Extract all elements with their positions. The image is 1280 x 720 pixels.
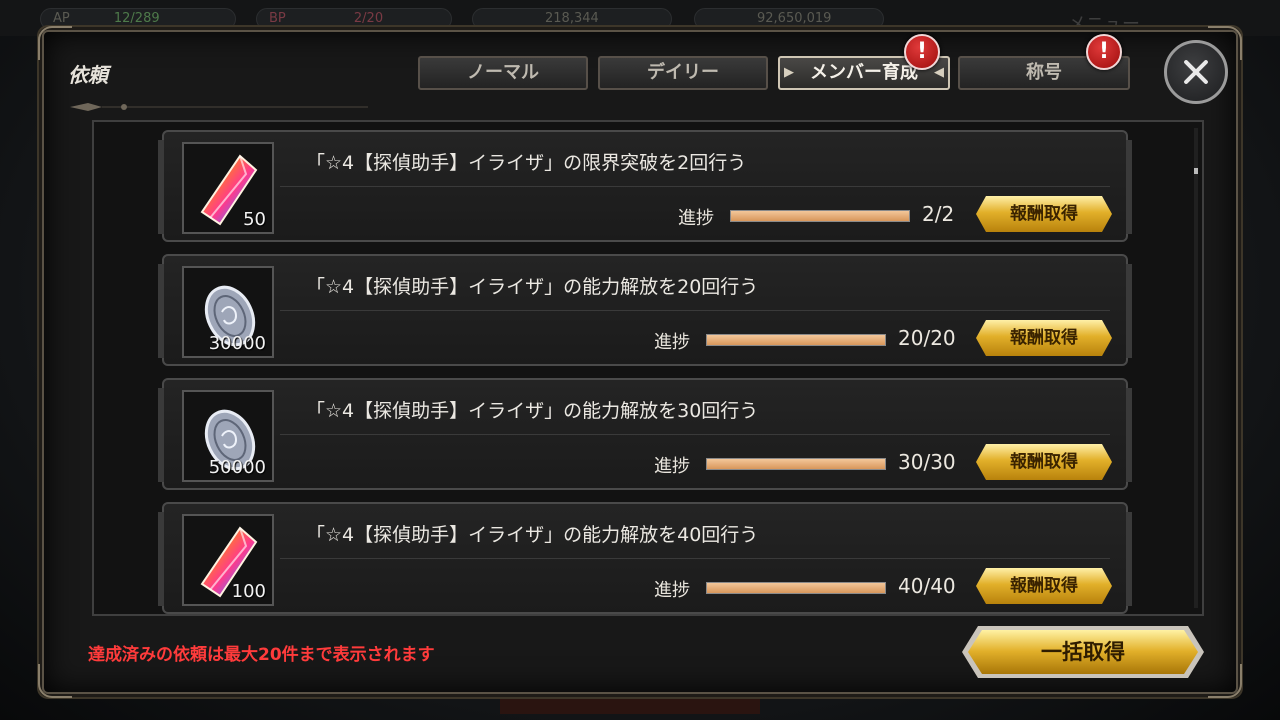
divider [280, 558, 1110, 559]
bp-label: BP [269, 11, 286, 26]
alert-icon: ! [1086, 34, 1122, 70]
scrollbar-track[interactable] [1194, 128, 1198, 608]
progress-fill [731, 211, 909, 221]
progress-label: 進捗 [678, 208, 714, 229]
ap-value: 12/289 [113, 11, 160, 26]
progress-bar [706, 334, 886, 346]
tab-title-label: 称号 [1026, 62, 1062, 83]
request-text: 「☆4【探偵助手】イライザ」の限界突破を2回行う [306, 152, 747, 174]
item-chip: 218,344 [472, 8, 672, 30]
progress-bar [730, 210, 910, 222]
panel-title: 依頼 [68, 63, 108, 87]
progress-value: 20/20 [898, 326, 956, 350]
bp-chip: BP 2/20 [256, 8, 452, 30]
close-button[interactable] [1164, 40, 1228, 104]
request-card: 30000 「☆4【探偵助手】イライザ」の能力解放を20回行う 進捗 20/20… [158, 254, 1132, 366]
claim-reward-button[interactable]: 報酬取得 [976, 568, 1112, 604]
tab-daily-label: デイリー [647, 62, 719, 83]
progress-fill [707, 335, 885, 345]
progress-value: 40/40 [898, 574, 956, 598]
request-text: 「☆4【探偵助手】イライザ」の能力解放を40回行う [306, 524, 759, 546]
scrollbar-thumb[interactable] [1194, 168, 1198, 174]
reward-box: 50 [182, 142, 274, 234]
request-text: 「☆4【探偵助手】イライザ」の能力解放を30回行う [306, 400, 759, 422]
divider [280, 186, 1110, 187]
reward-quantity: 100 [231, 581, 266, 602]
request-panel: 依頼 ノーマル デイリー ▶ メンバー育成 ◀ 称号 ! ! 50 「☆4【探偵… [38, 26, 1242, 698]
footer-note: 達成済みの依頼は最大20件まで表示されます [88, 645, 435, 665]
claim-reward-button[interactable]: 報酬取得 [976, 444, 1112, 480]
reward-quantity: 50000 [208, 457, 266, 478]
request-card: 50 「☆4【探偵助手】イライザ」の限界突破を2回行う 進捗 2/2 報酬取得 [158, 130, 1132, 242]
divider [280, 310, 1110, 311]
ornament-corner [1208, 664, 1242, 698]
reward-box: 100 [182, 514, 274, 606]
ornament-corner [38, 664, 72, 698]
menu-label: メニュー [1056, 8, 1176, 30]
tab-normal[interactable]: ノーマル [418, 56, 588, 90]
progress-label: 進捗 [654, 332, 690, 353]
menu-label-text: メニュー [1068, 14, 1140, 30]
progress-label: 進捗 [654, 456, 690, 477]
reward-quantity: 50 [243, 209, 266, 230]
progress-bar [706, 582, 886, 594]
currency-chip: 92,650,019 [694, 8, 884, 30]
alert-icon: ! [904, 34, 940, 70]
tab-arrow-left-icon: ▶ [784, 65, 794, 80]
progress-value: 30/30 [898, 450, 956, 474]
title-flourish [70, 103, 368, 111]
bp-value: 2/20 [353, 11, 384, 26]
claim-reward-button[interactable]: 報酬取得 [976, 196, 1112, 232]
currency-value: 92,650,019 [757, 11, 832, 26]
progress-label: 進捗 [654, 580, 690, 601]
request-card: 100 「☆4【探偵助手】イライザ」の能力解放を40回行う 進捗 40/40 報… [158, 502, 1132, 614]
ap-label: AP [53, 11, 70, 26]
reward-box: 30000 [182, 266, 274, 358]
reward-quantity: 30000 [208, 333, 266, 354]
progress-value: 2/2 [922, 202, 955, 226]
item-value: 218,344 [545, 11, 599, 26]
request-card: 50000 「☆4【探偵助手】イライザ」の能力解放を30回行う 進捗 30/30… [158, 378, 1132, 490]
request-text: 「☆4【探偵助手】イライザ」の能力解放を20回行う [306, 276, 759, 298]
tab-member-training-label: メンバー育成 [810, 62, 918, 83]
divider [280, 434, 1110, 435]
reward-box: 50000 [182, 390, 274, 482]
tab-normal-label: ノーマル [467, 62, 539, 83]
progress-fill [707, 459, 885, 469]
progress-fill [707, 583, 885, 593]
progress-bar [706, 458, 886, 470]
request-list[interactable]: 50 「☆4【探偵助手】イライザ」の限界突破を2回行う 進捗 2/2 報酬取得 … [92, 120, 1204, 616]
tab-daily[interactable]: デイリー [598, 56, 768, 90]
claim-all-button[interactable]: 一括取得 [968, 630, 1198, 674]
ornament-corner [38, 26, 72, 60]
claim-reward-button[interactable]: 報酬取得 [976, 320, 1112, 356]
